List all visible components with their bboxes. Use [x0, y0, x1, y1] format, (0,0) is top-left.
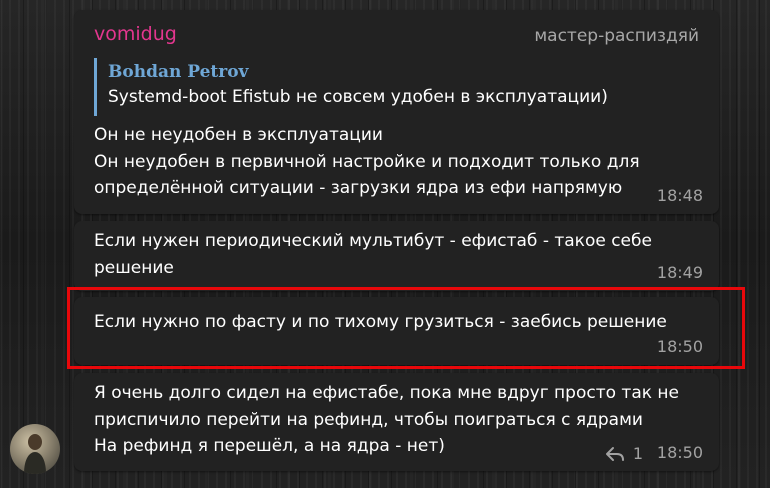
message-time: 18:50: [656, 337, 703, 356]
reply-quote[interactable]: Bohdan Petrov Systemd-boot Efistub не со…: [94, 58, 694, 116]
replies-counter[interactable]: 1: [605, 444, 643, 463]
reply-count: 1: [632, 444, 643, 463]
message-bubble[interactable]: vomidug мастер-распиздяй Bohdan Petrov S…: [74, 10, 719, 214]
message-bubble-highlighted[interactable]: Если нужно по фасту и по тихому грузитьс…: [74, 297, 719, 365]
message-bubble[interactable]: Если нужен периодический мультибут - ефи…: [74, 221, 719, 291]
message-line: Если нужно по фасту и по тихому грузитьс…: [94, 312, 667, 332]
message-text: Он не неудобен в эксплуатации Он неудобе…: [94, 122, 640, 202]
message-line: определённой ситуации - загрузки ядра из…: [94, 178, 623, 198]
message-line: Я очень долго сидел на ефистабе, пока мн…: [94, 383, 679, 403]
message-time: 18:48: [656, 186, 703, 205]
message-text: Я очень долго сидел на ефистабе, пока мн…: [94, 380, 679, 460]
message-line: решение: [94, 257, 174, 278]
message-line: приспичило перейти на рефинд, чтобы поиг…: [94, 409, 643, 430]
message-bubble[interactable]: Я очень долго сидел на ефистабе, пока мн…: [74, 373, 719, 471]
avatar[interactable]: [10, 424, 60, 474]
sender-name[interactable]: vomidug: [94, 23, 177, 45]
message-line: Он не неудобен в эксплуатации: [94, 125, 383, 145]
message-line: На рефинд я перешёл, а на ядра - нет): [94, 436, 445, 456]
quote-text: Systemd-boot Efistub не совсем удобен в …: [108, 87, 608, 107]
sender-role: мастер-распиздяй: [534, 26, 699, 46]
message-line: Он неудобен в первичной настройке и подх…: [94, 151, 640, 172]
reply-arrow-icon: [605, 446, 625, 462]
message-line: Если нужен периодический мультибут - ефи…: [94, 231, 652, 251]
message-time: 18:50: [656, 443, 703, 462]
quote-author: Bohdan Petrov: [108, 62, 249, 82]
message-text: Если нужен периодический мультибут - ефи…: [94, 228, 652, 281]
message-time: 18:49: [656, 263, 703, 282]
message-text: Если нужно по фасту и по тихому грузитьс…: [94, 309, 667, 336]
